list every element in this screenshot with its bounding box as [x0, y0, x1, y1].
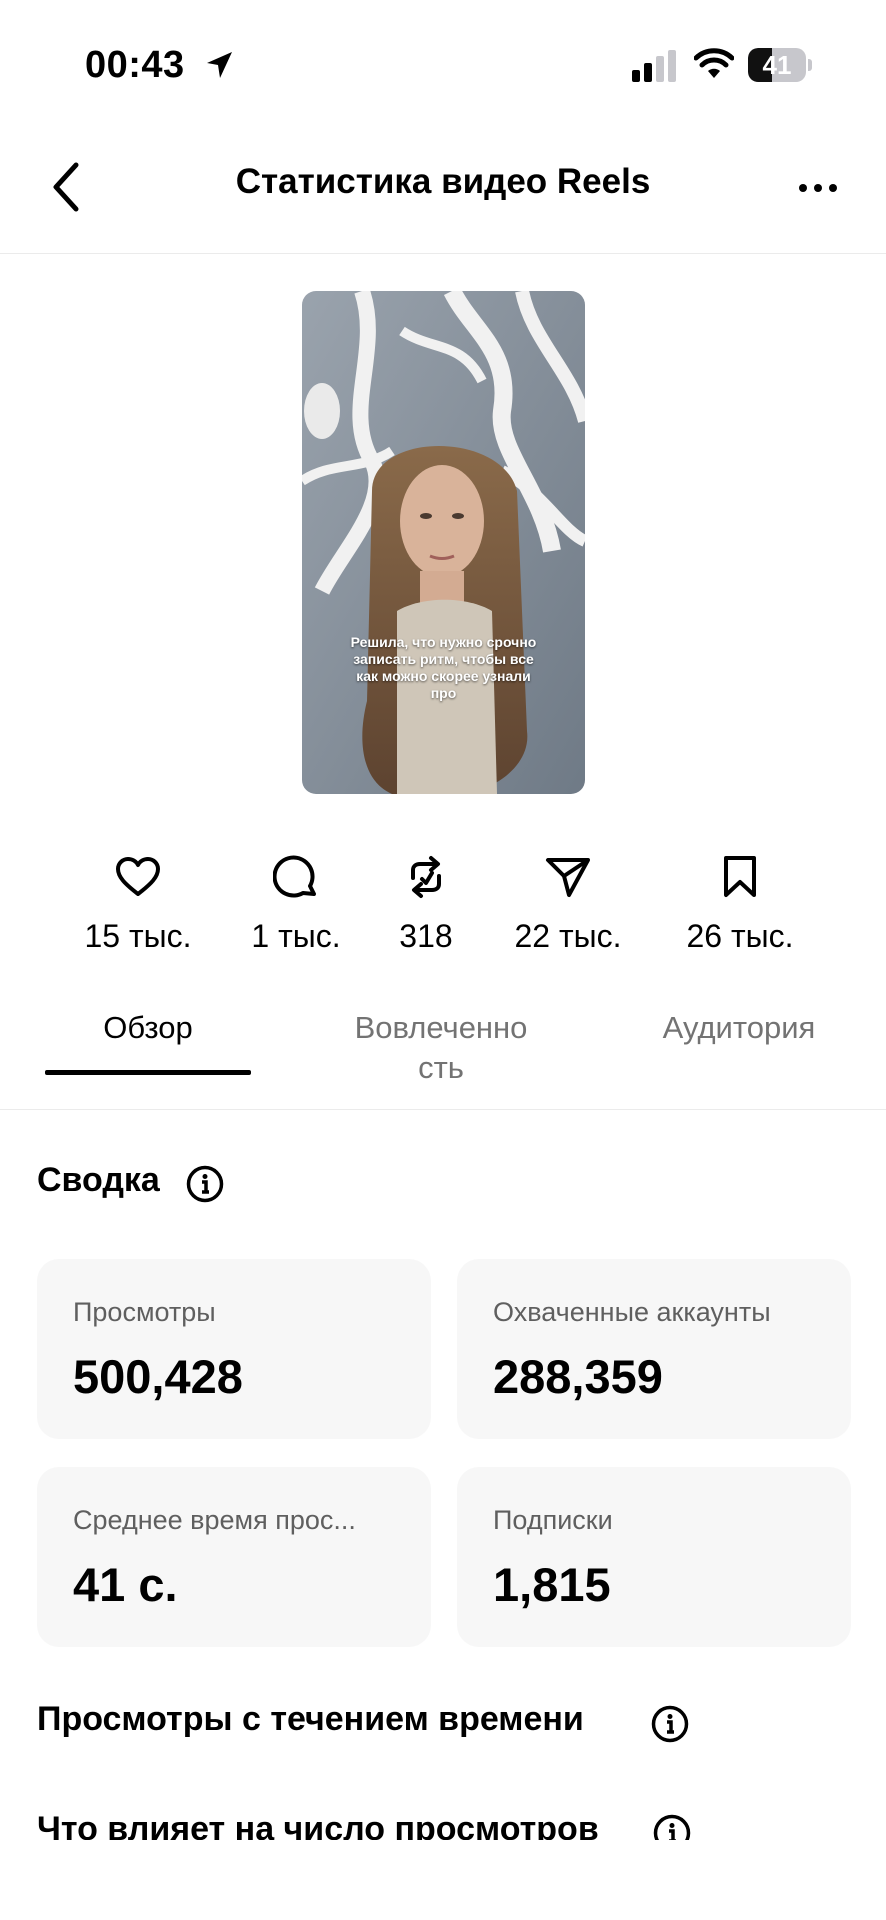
- likes-count: 15 тыс.: [84, 918, 192, 954]
- engagement-stats: 15 тыс. 1 тыс. 318 22 тыс. 26 тыс.: [0, 852, 886, 962]
- views-over-time-info-icon[interactable]: [651, 1705, 689, 1743]
- follows-value: 1,815: [493, 1558, 611, 1611]
- shares-count: 22 тыс.: [514, 918, 622, 954]
- reel-thumbnail-image: [302, 291, 585, 794]
- tab-engagement-line1: Вовлеченно: [354, 1010, 528, 1045]
- repost-icon: [411, 856, 441, 898]
- saves-stat: 26 тыс.: [650, 852, 830, 962]
- page-title: Статистика видео Reels: [235, 162, 651, 201]
- cellular-signal-icon: [632, 50, 676, 82]
- tab-engagement[interactable]: Вовлеченно сть: [328, 1008, 554, 1088]
- more-horizontal-icon: [799, 184, 837, 192]
- views-label: Просмотры: [73, 1297, 216, 1327]
- status-bar: 00:43 41: [0, 0, 886, 130]
- tab-bar: Обзор Вовлеченно сть Аудитория: [0, 1000, 886, 1110]
- more-options-button[interactable]: [790, 160, 846, 216]
- views-factors-info-icon[interactable]: [653, 1814, 691, 1840]
- views-factors-title: Что влияет на число просмотров: [37, 1810, 599, 1840]
- heart-icon: [116, 857, 160, 896]
- location-arrow-icon: [207, 52, 232, 78]
- send-icon: [546, 858, 590, 897]
- status-time: 00:43: [85, 44, 185, 86]
- accounts-reached-value: 288,359: [493, 1350, 663, 1403]
- tab-overview[interactable]: Обзор: [45, 1008, 251, 1048]
- accounts-reached-label: Охваченные аккаунты: [493, 1297, 771, 1327]
- reel-caption: Решила, что нужно срочно записать ритм, …: [350, 634, 537, 701]
- views-value: 500,428: [73, 1350, 243, 1403]
- views-factors-section: Что влияет на число просмотров: [0, 1810, 886, 1840]
- follows-label: Подписки: [493, 1505, 613, 1535]
- follows-card[interactable]: Подписки 1,815: [457, 1467, 851, 1647]
- battery-level: 41: [762, 50, 792, 80]
- likes-stat: 15 тыс.: [48, 852, 228, 962]
- tab-audience[interactable]: Аудитория: [636, 1008, 842, 1048]
- bookmark-icon: [724, 856, 756, 897]
- views-over-time-title: Просмотры с течением времени: [37, 1700, 584, 1738]
- summary-title: Сводка: [37, 1161, 160, 1199]
- wifi-icon: [694, 48, 734, 78]
- shares-stat: 22 тыс.: [478, 852, 658, 962]
- comment-icon: [273, 855, 316, 898]
- summary-info-icon[interactable]: [186, 1165, 224, 1203]
- header: Статистика видео Reels: [0, 130, 886, 254]
- active-tab-indicator: [45, 1070, 251, 1075]
- reel-thumbnail[interactable]: Решила, что нужно срочно записать ритм, …: [302, 291, 585, 794]
- views-card[interactable]: Просмотры 500,428: [37, 1259, 431, 1439]
- tab-engagement-line2: сть: [418, 1050, 464, 1085]
- avg-watch-time-card[interactable]: Среднее время прос... 41 с.: [37, 1467, 431, 1647]
- saves-count: 26 тыс.: [686, 918, 794, 954]
- avg-watch-time-value: 41 с.: [73, 1558, 178, 1611]
- battery-icon: 41: [748, 48, 812, 82]
- avg-watch-time-label: Среднее время прос...: [73, 1505, 356, 1535]
- accounts-reached-card[interactable]: Охваченные аккаунты 288,359: [457, 1259, 851, 1439]
